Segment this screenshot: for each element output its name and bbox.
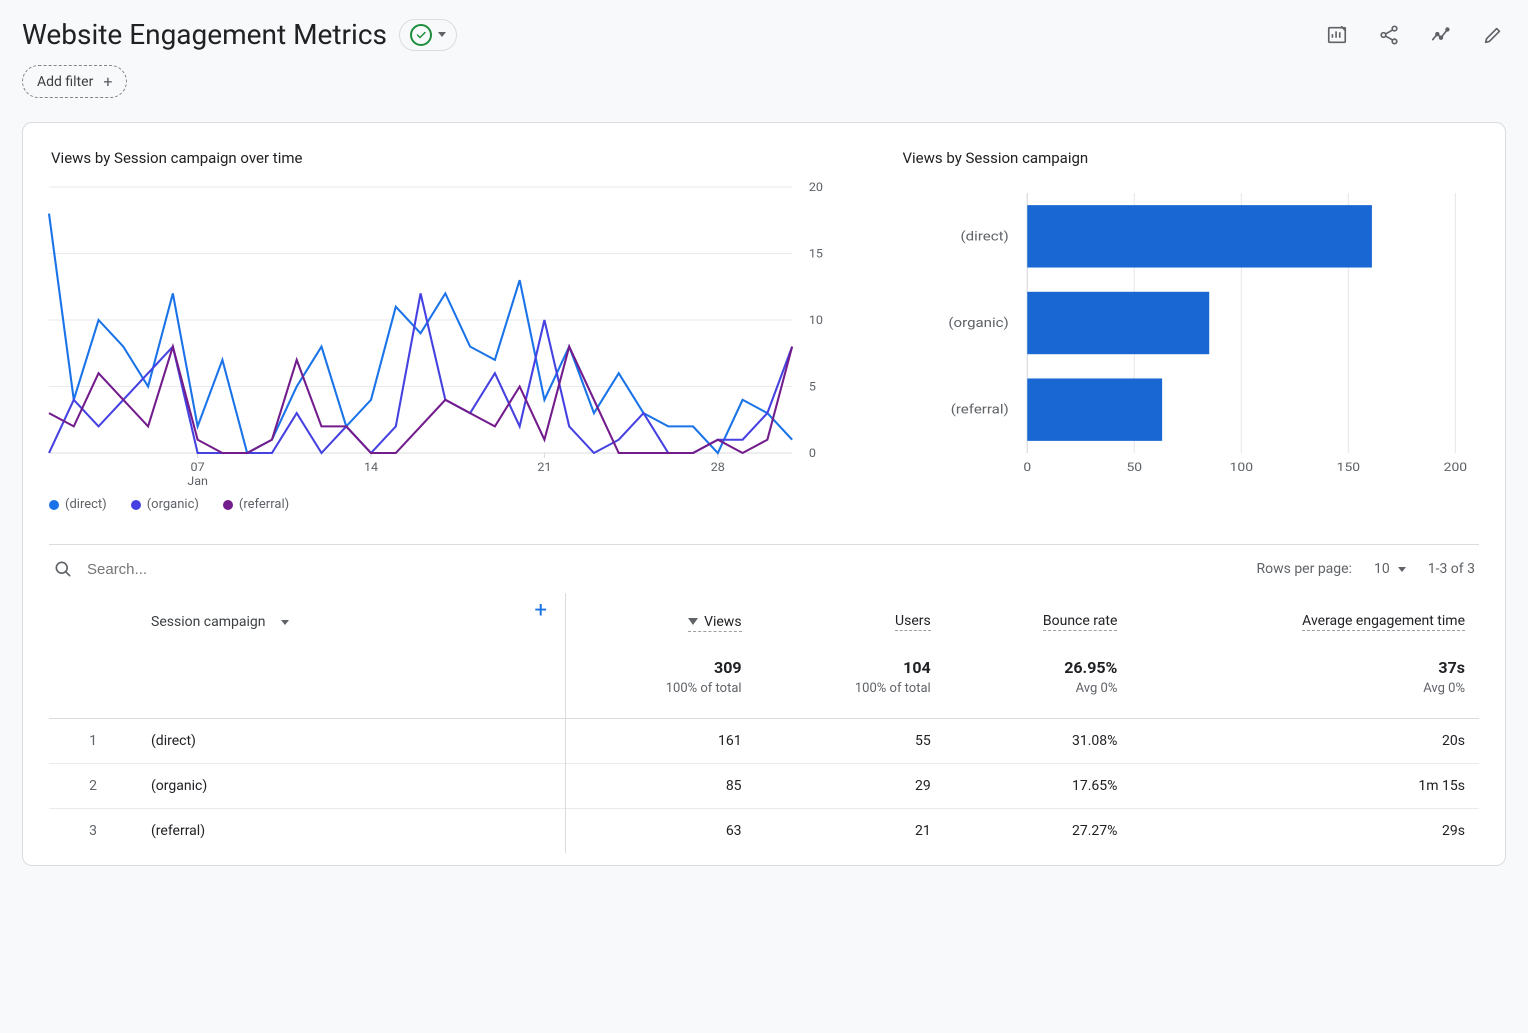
legend-item-referral[interactable]: (referral) [223, 497, 289, 512]
column-label: Users [895, 613, 931, 629]
total-bounce-sub: Avg 0% [959, 681, 1118, 696]
svg-text:Jan: Jan [187, 474, 208, 488]
add-dimension-button[interactable]: + [535, 598, 547, 623]
insights-icon[interactable] [1324, 22, 1350, 48]
legend-label: (direct) [65, 497, 107, 512]
row-users: 55 [756, 718, 945, 763]
dot-icon [49, 500, 59, 510]
add-filter-label: Add filter [37, 74, 93, 90]
svg-text:(organic): (organic) [949, 316, 1009, 331]
svg-text:50: 50 [1127, 461, 1143, 475]
svg-text:200: 200 [1444, 461, 1467, 475]
legend-item-organic[interactable]: (organic) [131, 497, 199, 512]
search-icon [53, 559, 73, 579]
svg-text:150: 150 [1337, 461, 1360, 475]
rows-per-page-value: 10 [1374, 561, 1390, 577]
legend-label: (organic) [147, 497, 199, 512]
column-header-bounce[interactable]: Bounce rate [945, 593, 1132, 644]
line-chart-legend: (direct) (organic) (referral) [49, 497, 844, 512]
pagination-range: 1-3 of 3 [1428, 561, 1475, 577]
svg-text:20: 20 [809, 180, 823, 194]
row-index: 1 [49, 718, 137, 763]
row-users: 29 [756, 763, 945, 808]
bar-chart-title: Views by Session campaign [902, 149, 1479, 167]
table-row[interactable]: 3(referral)632127.27%29s [49, 808, 1479, 853]
check-circle-icon [410, 24, 432, 46]
dot-icon [223, 500, 233, 510]
svg-text:14: 14 [364, 460, 378, 474]
svg-text:28: 28 [711, 460, 725, 474]
report-card: Views by Session campaign over time 0510… [22, 122, 1506, 866]
chevron-down-icon [1398, 567, 1406, 572]
svg-text:21: 21 [537, 460, 551, 474]
trend-icon[interactable] [1428, 22, 1454, 48]
svg-text:100: 100 [1230, 461, 1253, 475]
svg-text:0: 0 [1024, 461, 1032, 475]
row-name: (referral) [137, 808, 566, 853]
svg-text:(referral): (referral) [951, 403, 1009, 418]
total-users: 104 [770, 658, 931, 677]
total-aet-sub: Avg 0% [1145, 681, 1465, 696]
table-row[interactable]: 2(organic)852917.65%1m 15s [49, 763, 1479, 808]
row-aet: 1m 15s [1131, 763, 1479, 808]
total-users-sub: 100% of total [770, 681, 931, 696]
table-search[interactable] [53, 559, 349, 579]
total-aet: 37s [1145, 658, 1465, 677]
legend-label: (referral) [239, 497, 289, 512]
column-header-users[interactable]: Users [756, 593, 945, 644]
svg-text:10: 10 [809, 313, 823, 327]
dimension-select[interactable]: Session campaign [151, 614, 551, 630]
row-name: (direct) [137, 718, 566, 763]
search-input[interactable] [85, 560, 349, 579]
row-bounce: 27.27% [945, 808, 1132, 853]
row-views: 85 [566, 763, 756, 808]
rows-per-page-label: Rows per page: [1256, 561, 1351, 577]
column-label: Bounce rate [1043, 613, 1117, 629]
line-chart[interactable]: 0510152007Jan142128 [49, 183, 844, 483]
row-name: (organic) [137, 763, 566, 808]
row-aet: 20s [1131, 718, 1479, 763]
status-menu[interactable] [399, 19, 457, 51]
row-views: 161 [566, 718, 756, 763]
svg-text:15: 15 [809, 247, 823, 261]
table-row[interactable]: 1(direct)1615531.08%20s [49, 718, 1479, 763]
column-label: Average engagement time [1302, 613, 1465, 629]
chevron-down-icon [281, 620, 289, 625]
add-filter-button[interactable]: Add filter + [22, 65, 127, 98]
chevron-down-icon [438, 32, 446, 37]
total-bounce: 26.95% [959, 658, 1118, 677]
dimension-label: Session campaign [151, 614, 265, 630]
dot-icon [131, 500, 141, 510]
bar-chart[interactable]: 0 50 100 150 200 (direct) (organic) (referral) [900, 183, 1479, 483]
data-table: Session campaign Views Users Bo [49, 593, 1479, 853]
row-index: 2 [49, 763, 137, 808]
page-title: Website Engagement Metrics [22, 18, 387, 51]
plus-icon: + [103, 72, 112, 91]
svg-text:07: 07 [191, 460, 205, 474]
row-aet: 29s [1131, 808, 1479, 853]
row-index: 3 [49, 808, 137, 853]
column-header-views[interactable]: Views [566, 593, 756, 644]
row-bounce: 17.65% [945, 763, 1132, 808]
row-bounce: 31.08% [945, 718, 1132, 763]
total-views: 309 [580, 658, 742, 677]
row-views: 63 [566, 808, 756, 853]
share-icon[interactable] [1376, 22, 1402, 48]
rows-per-page-select[interactable]: 10 [1374, 561, 1406, 577]
totals-row: + 309100% of total 104100% of total 26.9… [49, 644, 1479, 719]
svg-text:0: 0 [809, 446, 816, 460]
edit-icon[interactable] [1480, 22, 1506, 48]
row-users: 21 [756, 808, 945, 853]
legend-item-direct[interactable]: (direct) [49, 497, 107, 512]
column-header-aet[interactable]: Average engagement time [1131, 593, 1479, 644]
total-views-sub: 100% of total [580, 681, 742, 696]
svg-text:(direct): (direct) [961, 229, 1009, 244]
sort-desc-icon [688, 618, 698, 625]
svg-text:5: 5 [809, 380, 816, 394]
line-chart-title: Views by Session campaign over time [51, 149, 844, 167]
column-label: Views [704, 614, 742, 630]
